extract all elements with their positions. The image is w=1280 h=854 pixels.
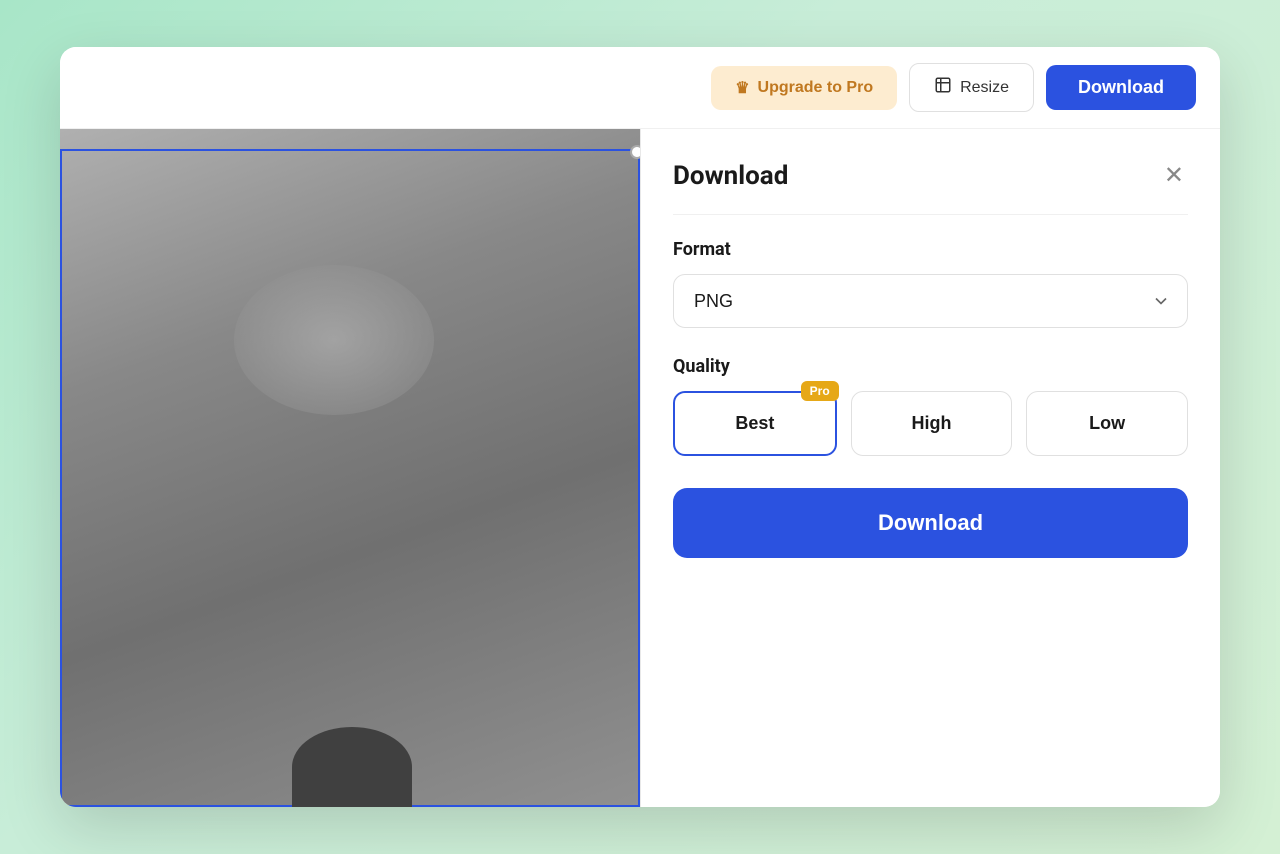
pro-badge: Pro bbox=[801, 381, 839, 401]
format-select[interactable]: PNG JPG WEBP SVG bbox=[673, 274, 1188, 328]
resize-label: Resize bbox=[960, 79, 1009, 97]
quality-label: Quality bbox=[673, 356, 1188, 377]
quality-best-button[interactable]: Pro Best bbox=[673, 391, 837, 456]
format-section: Format PNG JPG WEBP SVG bbox=[673, 239, 1188, 328]
close-icon: ✕ bbox=[1164, 161, 1184, 190]
close-button[interactable]: ✕ bbox=[1160, 157, 1188, 194]
quality-options: Pro Best High Low bbox=[673, 391, 1188, 456]
quality-best-label: Best bbox=[735, 413, 774, 433]
selection-overlay bbox=[60, 149, 640, 807]
toolbar: ♛ Upgrade to Pro Resize Download bbox=[60, 47, 1220, 129]
crown-icon: ♛ bbox=[735, 78, 749, 98]
quality-high-label: High bbox=[912, 413, 952, 433]
download-action-label: Download bbox=[878, 510, 983, 535]
resize-button[interactable]: Resize bbox=[909, 63, 1034, 112]
main-area: Download ✕ Format PNG JPG WEBP SVG bbox=[60, 129, 1220, 807]
quality-low-button[interactable]: Low bbox=[1026, 391, 1188, 456]
app-window: ♛ Upgrade to Pro Resize Download bbox=[60, 47, 1220, 807]
download-action-button[interactable]: Download bbox=[673, 488, 1188, 558]
download-header-button[interactable]: Download bbox=[1046, 65, 1196, 110]
panel-title: Download bbox=[673, 161, 788, 191]
quality-high-button[interactable]: High bbox=[851, 391, 1013, 456]
panel-area: Download ✕ Format PNG JPG WEBP SVG bbox=[640, 129, 1220, 807]
download-panel: Download ✕ Format PNG JPG WEBP SVG bbox=[641, 129, 1220, 586]
format-select-wrapper: PNG JPG WEBP SVG bbox=[673, 274, 1188, 328]
canvas-area bbox=[60, 129, 640, 807]
quality-section: Quality Pro Best High Low bbox=[673, 356, 1188, 456]
quality-low-label: Low bbox=[1089, 413, 1125, 433]
selection-handle bbox=[630, 145, 640, 159]
panel-header: Download ✕ bbox=[673, 157, 1188, 215]
canvas-image bbox=[60, 129, 640, 807]
upgrade-button[interactable]: ♛ Upgrade to Pro bbox=[711, 66, 897, 110]
resize-icon bbox=[934, 76, 952, 99]
download-header-label: Download bbox=[1078, 77, 1164, 97]
format-label: Format bbox=[673, 239, 1188, 260]
upgrade-label: Upgrade to Pro bbox=[758, 79, 874, 97]
